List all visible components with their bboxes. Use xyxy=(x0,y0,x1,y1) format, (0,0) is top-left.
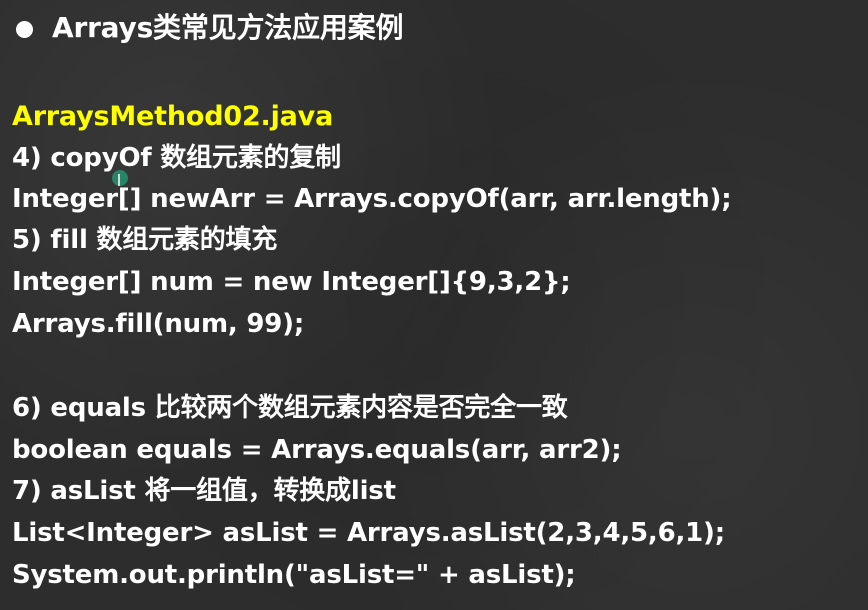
mouse-cursor-icon xyxy=(112,170,128,186)
filename-label: ArraysMethod02.java xyxy=(12,101,334,132)
aslist-code-line-2: System.out.println("asList=" + asList); xyxy=(12,560,576,590)
equals-code: boolean equals = Arrays.equals(arr, arr2… xyxy=(12,435,622,465)
equals-heading: 6) equals 比较两个数组元素内容是否完全一致 xyxy=(12,393,568,423)
copyof-heading: 4) copyOf 数组元素的复制 xyxy=(12,143,341,173)
fill-code-line-2: Arrays.fill(num, 99); xyxy=(12,309,305,339)
fill-heading: 5) fill 数组元素的填充 xyxy=(12,225,278,255)
bullet-icon xyxy=(16,21,33,38)
text-cursor-icon xyxy=(118,174,120,186)
aslist-code-line-1: List<Integer> asList = Arrays.asList(2,3… xyxy=(12,518,725,548)
slide-title: Arrays类常见方法应用案例 xyxy=(52,11,404,44)
fill-code-line-1: Integer[] num = new Integer[]{9,3,2}; xyxy=(12,267,571,297)
copyof-code: Integer[] newArr = Arrays.copyOf(arr, ar… xyxy=(12,184,732,214)
aslist-heading: 7) asList 将一组值，转换成list xyxy=(12,476,396,506)
slide: Arrays类常见方法应用案例 ArraysMethod02.java 4) c… xyxy=(0,0,868,610)
